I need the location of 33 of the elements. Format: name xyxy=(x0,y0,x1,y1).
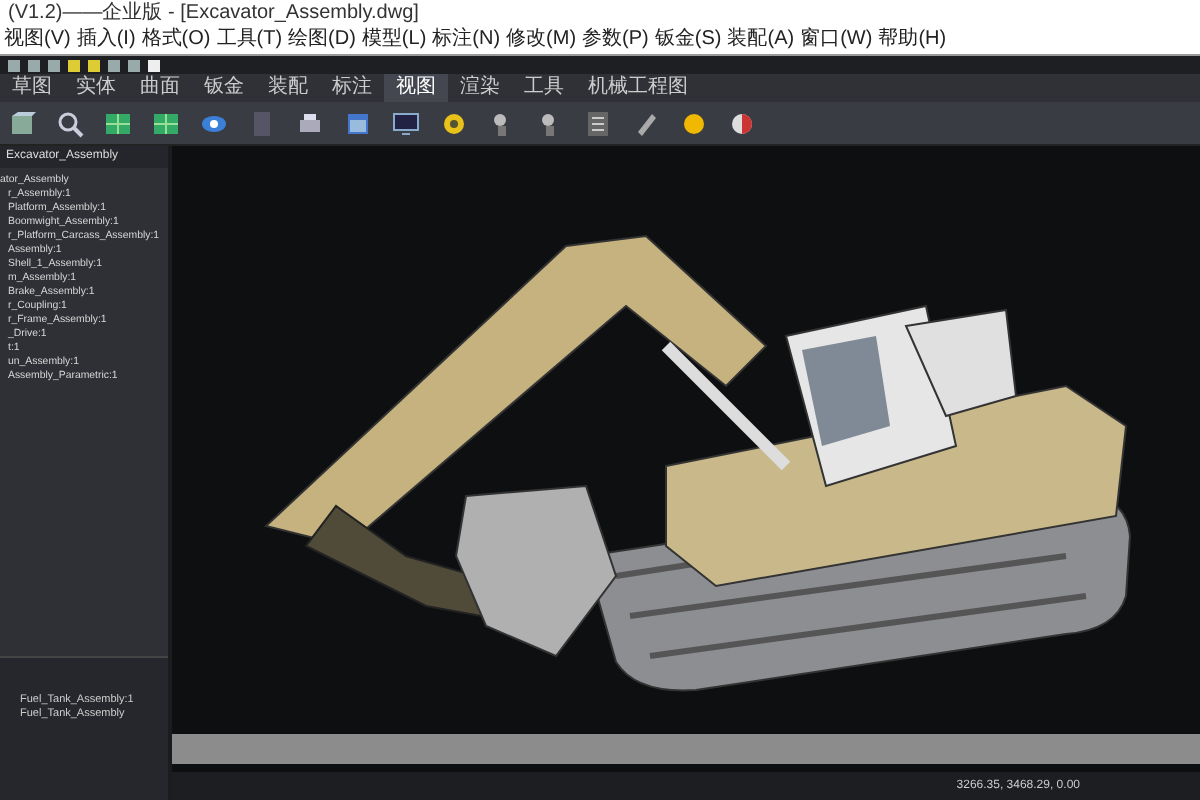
list-icon[interactable] xyxy=(584,109,612,137)
ribbon-tab[interactable]: 工具 xyxy=(512,74,576,102)
ribbon-tab[interactable]: 曲面 xyxy=(128,74,192,102)
menu-item[interactable]: 模型(L) xyxy=(361,28,427,52)
ribbon-tab[interactable]: 钣金 xyxy=(192,74,256,102)
printer-icon[interactable] xyxy=(296,109,324,137)
menu-item[interactable]: 参数(P) xyxy=(582,28,649,52)
grid-icon[interactable] xyxy=(104,109,132,137)
menu-item[interactable]: 绘图(D) xyxy=(288,28,356,52)
ribbon-tab[interactable]: 标注 xyxy=(320,74,384,102)
menu-item[interactable]: 格式(O) xyxy=(141,28,211,52)
menu-item[interactable]: 标注(N) xyxy=(432,28,501,52)
menu-item[interactable]: 插入(I) xyxy=(76,28,136,52)
monitor-icon[interactable] xyxy=(392,109,420,137)
cube-icon[interactable] xyxy=(8,109,36,137)
window-icon[interactable] xyxy=(344,109,372,137)
menu-item[interactable]: 钣金(S) xyxy=(654,28,722,52)
grid-icon[interactable] xyxy=(152,109,180,137)
ribbon-tab[interactable]: 装配 xyxy=(256,74,320,102)
ribbon-tab[interactable]: 草图 xyxy=(0,74,64,102)
window-title: (V1.2)——企业版 - [Excavator_Assembly.dwg] xyxy=(0,0,1200,26)
menu-item[interactable]: 修改(M) xyxy=(506,28,577,52)
menu-item[interactable]: 窗口(W) xyxy=(800,28,873,52)
ribbon-tab[interactable]: 实体 xyxy=(64,74,128,102)
menu-item[interactable]: 帮助(H) xyxy=(878,28,947,52)
menu-item[interactable]: 视图(V) xyxy=(4,28,71,52)
magnifier-icon[interactable] xyxy=(56,109,84,137)
ribbon-tab[interactable]: 机械工程图 xyxy=(576,74,700,102)
ribbon-tab[interactable]: 渲染 xyxy=(448,74,512,102)
menu-item[interactable]: 装配(A) xyxy=(727,28,795,52)
pen-icon[interactable] xyxy=(632,109,660,137)
menu-item[interactable]: 工具(T) xyxy=(216,28,283,52)
ribbon-tab[interactable]: 视图 xyxy=(384,74,448,102)
